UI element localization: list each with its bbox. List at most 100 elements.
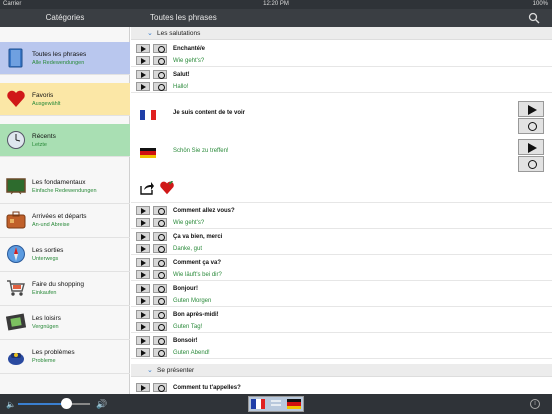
- status-bar: Carrier 12:20 PM 100%: [0, 0, 552, 9]
- category-leisure[interactable]: Les loisirs Vergnügen: [0, 306, 130, 340]
- volume-fill: [18, 403, 67, 405]
- french-phrase: Comment ça va?: [173, 260, 222, 266]
- volume-high-icon: 🔊: [96, 399, 108, 409]
- slow-play-button[interactable]: [153, 270, 167, 279]
- german-phrase: Wie läuft's bei dir?: [173, 272, 222, 278]
- slow-play-button[interactable]: [153, 70, 167, 79]
- phrase-row-translation[interactable]: Danke, gut: [131, 243, 552, 255]
- french-flag-icon: [251, 399, 266, 409]
- play-button[interactable]: [136, 44, 150, 53]
- phrase-row-translation[interactable]: Guten Abend!: [131, 347, 552, 359]
- slow-play-button[interactable]: [153, 44, 167, 53]
- slow-play-button[interactable]: [153, 206, 167, 215]
- category-label: Arrivées et départs: [32, 213, 87, 220]
- heart-icon: [6, 89, 26, 109]
- category-arrivals[interactable]: Arrivées et départs An-und Abreise: [0, 204, 130, 238]
- german-phrase: Wie geht's?: [173, 58, 205, 64]
- phrase-row-translation[interactable]: Guten Morgen: [131, 295, 552, 307]
- german-flag-icon: [140, 148, 156, 158]
- phrase-row-translation[interactable]: Wie läuft's bei dir?: [131, 269, 552, 281]
- category-sublabel: Letzte: [32, 142, 47, 148]
- phrase-row[interactable]: Comment tu t'appelles?: [131, 382, 552, 394]
- slow-play-button[interactable]: [153, 258, 167, 267]
- play-button[interactable]: [136, 56, 150, 65]
- category-label: Toutes les phrases: [32, 51, 87, 58]
- navigation-bar: Catégories Toutes les phrases: [0, 9, 552, 27]
- slow-play-button[interactable]: [153, 218, 167, 227]
- category-label: Les fondamentaux: [32, 179, 86, 186]
- play-button[interactable]: [518, 139, 544, 155]
- category-favorites[interactable]: Favoris Ausgewählt: [0, 83, 130, 116]
- favorite-heart-icon[interactable]: [159, 180, 175, 195]
- category-sublabel: Einfache Redewendungen: [32, 188, 97, 194]
- phrase-row[interactable]: Bon après-midi!: [131, 309, 552, 321]
- french-phrase: Enchanté/e: [173, 46, 206, 52]
- play-button[interactable]: [136, 218, 150, 227]
- play-button[interactable]: [136, 296, 150, 305]
- german-phrase: Guten Morgen: [173, 298, 212, 304]
- compass-icon: [6, 244, 26, 264]
- language-switch-button[interactable]: [248, 396, 304, 412]
- play-button[interactable]: [136, 232, 150, 241]
- search-icon[interactable]: [528, 12, 540, 24]
- swap-arrows-icon: [270, 395, 282, 413]
- phrase-row-translation[interactable]: Wie geht's?: [131, 55, 552, 67]
- phrase-row-translation[interactable]: Guten Tag!: [131, 321, 552, 333]
- play-button[interactable]: [136, 322, 150, 331]
- french-phrase: Je suis content de te voir: [173, 110, 246, 116]
- slow-play-button[interactable]: [153, 310, 167, 319]
- phrase-row[interactable]: Comment ça va?: [131, 257, 552, 269]
- bottom-toolbar: 🔈 🔊 i: [0, 394, 552, 414]
- section-header[interactable]: ⌄ Se présenter: [131, 364, 552, 377]
- phrase-row[interactable]: Ça va bien, merci: [131, 231, 552, 243]
- slow-play-button[interactable]: [153, 336, 167, 345]
- play-button[interactable]: [136, 336, 150, 345]
- volume-slider[interactable]: [18, 403, 90, 405]
- phrase-row[interactable]: Bonjour!: [131, 283, 552, 295]
- expanded-phrase: Je suis content de te voir Schön Sie zu …: [131, 95, 552, 203]
- category-problems[interactable]: Les problèmes Probleme: [0, 340, 130, 374]
- play-button[interactable]: [136, 206, 150, 215]
- phrase-row-translation[interactable]: Hallo!: [131, 81, 552, 93]
- slow-play-button[interactable]: [518, 118, 544, 134]
- slow-play-button[interactable]: [153, 244, 167, 253]
- section-header[interactable]: ⌄ Les salutations: [131, 27, 552, 40]
- category-label: Les sorties: [32, 247, 64, 254]
- french-phrase: Bon après-midi!: [173, 312, 219, 318]
- slow-play-button[interactable]: [153, 322, 167, 331]
- play-button[interactable]: [136, 82, 150, 91]
- category-shopping[interactable]: Faire du shopping Einkaufen: [0, 272, 130, 306]
- phrase-row[interactable]: Salut!: [131, 69, 552, 81]
- category-recents[interactable]: Récents Letzte: [0, 124, 130, 157]
- play-button[interactable]: [136, 70, 150, 79]
- share-icon[interactable]: [139, 181, 155, 195]
- slow-play-button[interactable]: [153, 232, 167, 241]
- phrase-row[interactable]: Enchanté/e: [131, 43, 552, 55]
- play-button[interactable]: [518, 101, 544, 117]
- category-sublabel: Vergnügen: [32, 324, 59, 330]
- play-button[interactable]: [136, 244, 150, 253]
- play-button[interactable]: [136, 284, 150, 293]
- slow-play-button[interactable]: [153, 296, 167, 305]
- slow-play-button[interactable]: [153, 82, 167, 91]
- category-label: Les problèmes: [32, 349, 75, 356]
- play-button[interactable]: [136, 258, 150, 267]
- category-sublabel: Alle Redewendungen: [32, 60, 85, 66]
- play-button[interactable]: [136, 383, 150, 392]
- slow-play-button[interactable]: [153, 383, 167, 392]
- volume-knob[interactable]: [61, 398, 73, 409]
- play-button[interactable]: [136, 310, 150, 319]
- category-outings[interactable]: Les sorties Unterwegs: [0, 238, 130, 272]
- slow-play-button[interactable]: [153, 284, 167, 293]
- phrase-row-translation[interactable]: Wie geht's?: [131, 217, 552, 229]
- phrase-row[interactable]: Comment allez vous?: [131, 205, 552, 217]
- slow-play-button[interactable]: [518, 156, 544, 172]
- category-basics[interactable]: Les fondamentaux Einfache Redewendungen: [0, 170, 130, 204]
- info-icon[interactable]: i: [530, 399, 540, 409]
- slow-play-button[interactable]: [153, 348, 167, 357]
- phrase-row[interactable]: Bonsoir!: [131, 335, 552, 347]
- slow-play-button[interactable]: [153, 56, 167, 65]
- play-button[interactable]: [136, 348, 150, 357]
- play-button[interactable]: [136, 270, 150, 279]
- category-all-phrases[interactable]: Toutes les phrases Alle Redewendungen: [0, 42, 130, 75]
